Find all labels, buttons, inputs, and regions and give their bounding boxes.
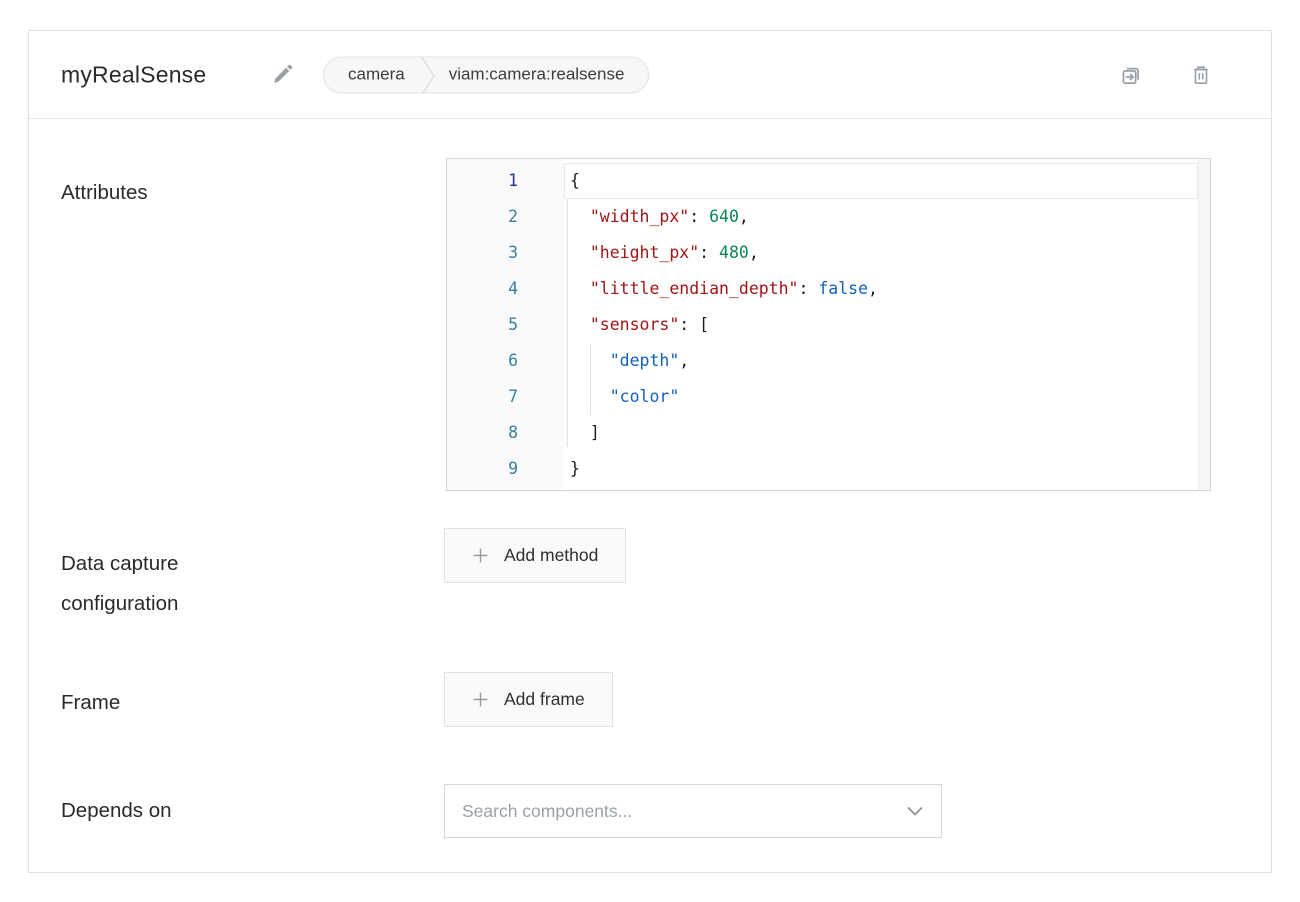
code-line: "little_endian_depth": false, <box>564 271 1198 307</box>
code-token-key: "little_endian_depth" <box>590 279 799 298</box>
line-number: 9 <box>447 451 564 487</box>
code-line: "height_px": 480, <box>564 235 1198 271</box>
line-number: 2 <box>447 199 564 235</box>
search-components-input[interactable] <box>444 784 942 838</box>
code-token-punct: : <box>699 243 719 262</box>
add-method-button[interactable]: Add method <box>444 528 626 583</box>
code-token-plain <box>570 279 590 298</box>
code-token-plain <box>570 351 610 370</box>
code-token-number: 480 <box>719 243 749 262</box>
code-token-punct: : [ <box>679 315 709 334</box>
component-card: myRealSense camera viam:camera:realsense <box>28 30 1272 873</box>
code-token-key: "height_px" <box>590 243 699 262</box>
code-token-punct: , <box>868 279 878 298</box>
line-number: 6 <box>447 343 564 379</box>
editor-scrollbar[interactable] <box>1198 159 1210 490</box>
code-line: "color" <box>564 379 1198 415</box>
data-capture-label: Data capture configuration <box>61 544 271 624</box>
chevron-separator-icon <box>421 57 435 92</box>
code-token-punct: : <box>799 279 819 298</box>
code-token-key: "width_px" <box>590 207 689 226</box>
code-token-punct: } <box>570 459 580 478</box>
code-token-punct: { <box>570 171 580 190</box>
code-token-string: "depth" <box>610 351 680 370</box>
add-frame-label: Add frame <box>504 689 585 710</box>
line-number: 3 <box>447 235 564 271</box>
line-number: 1 <box>447 163 564 199</box>
plus-icon <box>472 691 489 708</box>
depends-on-label: Depends on <box>61 791 172 831</box>
trash-icon <box>1188 62 1214 88</box>
code-token-plain <box>570 243 590 262</box>
component-type: camera <box>324 57 421 92</box>
code-token-plain <box>570 387 610 406</box>
component-model: viam:camera:realsense <box>435 57 649 92</box>
delete-button[interactable] <box>1185 59 1217 91</box>
code-line: "sensors": [ <box>564 307 1198 343</box>
code-token-number: 640 <box>709 207 739 226</box>
line-number: 8 <box>447 415 564 451</box>
duplicate-button[interactable] <box>1115 59 1147 91</box>
frame-label: Frame <box>61 683 120 723</box>
code-token-punct: ] <box>590 423 600 442</box>
code-token-plain <box>570 207 590 226</box>
code-token-boolean: false <box>818 279 868 298</box>
line-number: 7 <box>447 379 564 415</box>
code-line: "width_px": 640, <box>564 199 1198 235</box>
code-token-punct: : <box>689 207 709 226</box>
depends-on-select <box>444 784 942 838</box>
attributes-label: Attributes <box>61 173 148 213</box>
code-token-plain <box>570 423 590 442</box>
code-token-key: "sensors" <box>590 315 679 334</box>
edit-name-button[interactable] <box>267 60 297 90</box>
type-model-badge: camera viam:camera:realsense <box>323 56 649 93</box>
line-number: 5 <box>447 307 564 343</box>
code-line: "depth", <box>564 343 1198 379</box>
code-token-punct: , <box>679 351 689 370</box>
component-card-header: myRealSense camera viam:camera:realsense <box>29 31 1271 119</box>
code-line: { <box>564 163 1198 199</box>
plus-icon <box>472 547 489 564</box>
line-number: 4 <box>447 271 564 307</box>
code-line: ] <box>564 415 1198 451</box>
code-token-string: "color" <box>610 387 680 406</box>
code-line: } <box>564 451 1198 487</box>
attributes-code-editor[interactable]: 123456789 { "width_px": 640, "height_px"… <box>446 158 1211 491</box>
pencil-icon <box>269 61 296 88</box>
code-token-punct: , <box>749 243 759 262</box>
duplicate-icon <box>1117 61 1145 89</box>
code-token-punct: , <box>739 207 749 226</box>
component-name: myRealSense <box>61 61 206 88</box>
editor-code[interactable]: { "width_px": 640, "height_px": 480, "li… <box>564 159 1198 490</box>
code-token-plain <box>570 315 590 334</box>
add-frame-button[interactable]: Add frame <box>444 672 613 727</box>
editor-gutter: 123456789 <box>447 159 564 490</box>
add-method-label: Add method <box>504 545 598 566</box>
